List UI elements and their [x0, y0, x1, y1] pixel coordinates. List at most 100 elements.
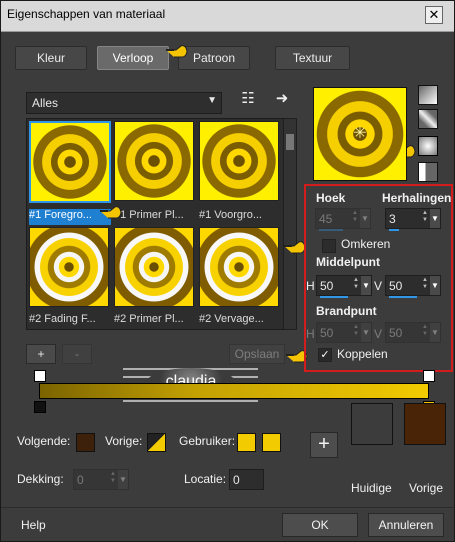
dropdown-arrow-icon: ▼: [430, 323, 440, 342]
gradient-stop-icon[interactable]: [34, 370, 46, 382]
prev-label: Vorige:: [105, 434, 143, 448]
gradient-editor-bar[interactable]: [39, 383, 429, 399]
center-v-label: V: [374, 279, 383, 293]
scroll-thumb[interactable]: [286, 134, 294, 150]
gradient-thumbnail[interactable]: [29, 227, 109, 307]
previous-preview: [404, 403, 446, 445]
center-label: Middelpunt: [316, 255, 380, 269]
rectangle-gradient-icon[interactable]: [418, 109, 438, 129]
previous-label: Vorige: [409, 481, 444, 495]
focus-v-value: 50: [389, 326, 403, 340]
ok-button[interactable]: OK: [282, 513, 358, 537]
user-color-swatch[interactable]: [262, 433, 281, 452]
repeats-value: 3: [389, 212, 396, 226]
spin-arrow-icon: ▲ ▼: [422, 277, 428, 290]
remove-stop-button[interactable]: -: [62, 344, 92, 364]
spin-arrow-icon: ▲ ▼: [352, 210, 358, 223]
invert-checkbox[interactable]: [322, 239, 336, 253]
dropdown-arrow-icon: ▼: [361, 276, 371, 295]
dropdown-arrow-icon: ▼: [430, 209, 440, 228]
user-label: Gebruiker:: [179, 434, 236, 448]
center-v-value: 50: [389, 279, 403, 293]
next-label: Volgende:: [17, 434, 71, 448]
center-v-spinner[interactable]: 50 ▲ ▼ ▼: [385, 275, 441, 298]
opacity-spinner[interactable]: 0 ▲ ▼ ▼: [73, 469, 129, 490]
gradient-stop-icon[interactable]: [423, 370, 435, 382]
slider-fill: [389, 296, 417, 298]
gradient-thumbnail-grid: #1 Foregro... #1 Primer Pl... #1 Voorgro…: [26, 118, 284, 330]
pointing-hand-icon: [99, 204, 123, 220]
gradient-stop-icon[interactable]: [34, 401, 46, 413]
spin-arrow-icon: ▲ ▼: [353, 277, 359, 290]
user-color-swatch[interactable]: [237, 433, 256, 452]
bottom-divider: [1, 507, 454, 508]
cancel-button[interactable]: Annuleren: [368, 513, 444, 537]
spin-arrow-icon: ▲ ▼: [110, 471, 116, 484]
linear-gradient-icon[interactable]: [418, 85, 438, 105]
gradient-thumbnail[interactable]: [29, 121, 111, 203]
prev-color-swatch[interactable]: [147, 433, 166, 452]
focus-label: Brandpunt: [316, 304, 377, 318]
focus-h-value: 50: [320, 326, 334, 340]
dropdown-arrow-icon: ▼: [118, 470, 128, 489]
center-h-value: 50: [320, 279, 334, 293]
slider-fill: [319, 229, 343, 231]
add-to-swatches-button[interactable]: +: [310, 432, 338, 458]
gradient-caption: #1 Primer Pl...: [114, 209, 184, 221]
tab-gradient[interactable]: Verloop: [97, 46, 169, 70]
location-value: 0: [233, 473, 240, 487]
angle-value: 45: [319, 212, 333, 226]
angle-label: Hoek: [316, 191, 346, 205]
chevron-down-icon: ▼: [207, 95, 217, 106]
invert-label: Omkeren: [341, 237, 391, 251]
gradient-category-select[interactable]: Alles ▼: [26, 92, 222, 114]
gradient-thumbnail[interactable]: [114, 121, 194, 201]
gallery-scrollbar[interactable]: [283, 118, 297, 330]
spin-arrow-icon: ▲ ▼: [353, 324, 359, 337]
repeats-label: Herhalingen: [382, 191, 452, 205]
tab-color[interactable]: Kleur: [15, 46, 87, 70]
materials-dialog: Eigenschappen van materiaal ✕ Kleur Verl…: [0, 0, 455, 542]
next-color-swatch[interactable]: [76, 433, 95, 452]
spin-arrow-icon: ▲ ▼: [422, 210, 428, 223]
dropdown-arrow-icon: ▼: [361, 323, 371, 342]
spin-arrow-icon: ▲ ▼: [422, 324, 428, 337]
help-button[interactable]: Help: [21, 518, 46, 532]
location-input[interactable]: 0: [229, 469, 264, 490]
opacity-value: 0: [77, 473, 84, 487]
focus-h-label: H: [306, 327, 315, 341]
repeats-spinner[interactable]: 3 ▲ ▼ ▼: [385, 208, 441, 231]
window-title: Eigenschappen van materiaal: [7, 7, 166, 21]
sunburst-gradient-icon[interactable]: [418, 136, 438, 156]
slider-fill: [389, 229, 399, 231]
gradient-caption: #2 Fading F...: [29, 313, 96, 325]
gradient-thumbnail[interactable]: [199, 121, 279, 201]
current-preview: [351, 403, 393, 445]
link-label: Koppelen: [337, 347, 388, 361]
center-marker-icon[interactable]: ✳: [352, 126, 368, 142]
pointing-hand-icon: [165, 43, 189, 59]
gradient-preview: ✳: [313, 87, 407, 181]
current-label: Huidige: [351, 481, 392, 495]
center-h-spinner[interactable]: 50 ▲ ▼ ▼: [316, 275, 372, 298]
focus-h-spinner[interactable]: 50 ▲ ▼ ▼: [316, 322, 372, 343]
center-h-label: H: [306, 279, 315, 293]
watermark-stripe: [123, 400, 258, 402]
slider-fill: [320, 296, 348, 298]
tab-texture[interactable]: Textuur: [275, 46, 350, 70]
gradient-thumbnail[interactable]: [114, 227, 194, 307]
gradient-thumbnail[interactable]: [199, 227, 279, 307]
add-stop-button[interactable]: +: [26, 344, 56, 364]
link-checkbox[interactable]: ✓: [318, 348, 332, 362]
radial-gradient-icon[interactable]: [418, 162, 438, 182]
gradient-caption: #2 Primer Pl...: [114, 313, 184, 325]
location-label: Locatie:: [184, 472, 227, 486]
angle-spinner[interactable]: 45 ▲ ▼ ▼: [315, 208, 371, 231]
focus-v-spinner[interactable]: 50 ▲ ▼ ▼: [385, 322, 441, 343]
focus-v-label: V: [374, 327, 383, 341]
close-button[interactable]: ✕: [425, 6, 443, 24]
gradient-caption: #2 Vervage...: [199, 313, 264, 325]
arrow-right-icon[interactable]: ➜: [273, 90, 291, 108]
list-view-icon[interactable]: ☷: [239, 90, 257, 108]
selected-category: Alles: [32, 96, 59, 110]
